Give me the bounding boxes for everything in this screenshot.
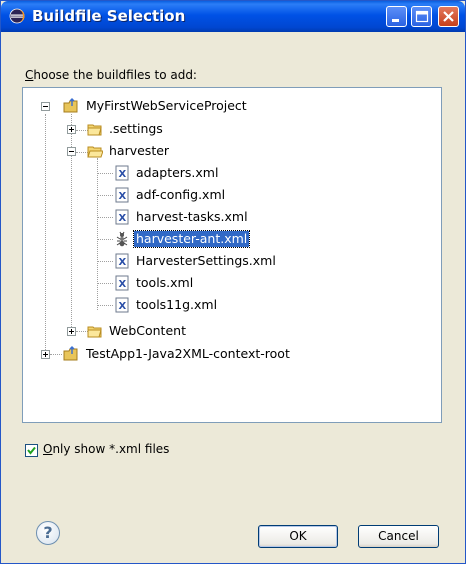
tree-connector (97, 195, 113, 196)
tree-connector (97, 305, 113, 306)
expand-toggle[interactable] (41, 350, 50, 359)
xml-file-icon: X (115, 275, 129, 291)
buildfile-tree[interactable]: MyFirstWebServiceProject .settings harve… (22, 87, 442, 423)
xml-file-icon: X (115, 165, 129, 181)
xml-file-icon: X (115, 297, 129, 313)
maximize-button[interactable] (411, 6, 432, 27)
folder-open-icon (87, 146, 103, 158)
tree-item-label[interactable]: TestApp1-Java2XML-context-root (84, 346, 292, 362)
tree-connector (97, 239, 113, 240)
title-bar[interactable]: Buildfile Selection (1, 1, 465, 32)
tree-connector (97, 173, 113, 174)
xml-filter-checkbox[interactable] (25, 444, 38, 457)
xml-file-icon: X (115, 187, 129, 203)
folder-icon (87, 326, 102, 338)
tree-item-label[interactable]: HarvesterSettings.xml (134, 253, 278, 269)
tree-connector (97, 283, 113, 284)
minimize-icon (392, 19, 399, 22)
expand-toggle[interactable] (67, 327, 76, 336)
tree-item-label[interactable]: tools11g.xml (134, 297, 219, 313)
prompt-label: Choose the buildfiles to add: (25, 68, 197, 82)
project-icon (63, 98, 78, 113)
collapse-toggle[interactable] (67, 147, 76, 156)
maximize-icon (415, 10, 429, 23)
tree-connector (97, 217, 113, 218)
minimize-button[interactable] (386, 6, 407, 27)
prompt-text: hoose the buildfiles to add: (33, 68, 197, 82)
tree-item-label[interactable]: adf-config.xml (134, 187, 227, 203)
svg-text:X: X (119, 279, 127, 290)
folder-icon (87, 124, 102, 136)
tree-item-label[interactable]: harvest-tasks.xml (134, 209, 250, 225)
xml-filter-label[interactable]: Only show *.xml files (43, 442, 169, 456)
checkmark-icon (27, 446, 36, 455)
svg-text:X: X (119, 213, 127, 224)
tree-connector (45, 114, 46, 350)
help-icon: ? (43, 523, 53, 542)
help-button[interactable]: ? (36, 521, 60, 545)
svg-text:X: X (119, 169, 127, 180)
tree-item-label[interactable]: WebContent (107, 323, 188, 339)
xml-file-icon: X (115, 253, 129, 269)
project-icon (63, 346, 78, 361)
ok-button[interactable]: OK (258, 525, 338, 548)
close-icon (443, 11, 454, 22)
ant-file-icon (116, 231, 128, 247)
eclipse-icon (9, 8, 25, 24)
svg-text:X: X (119, 191, 127, 202)
xml-file-icon: X (115, 209, 129, 225)
tree-item-label[interactable]: .settings (107, 121, 165, 137)
tree-connector (50, 354, 62, 355)
tree-connector (97, 158, 98, 310)
filter-text: nly show *.xml files (52, 442, 170, 456)
buildfile-selection-dialog: Buildfile Selection Choose the buildfile… (0, 0, 466, 564)
tree-item-label-selected[interactable]: harvester-ant.xml (132, 230, 251, 248)
tree-connector (97, 261, 113, 262)
svg-text:X: X (119, 257, 127, 268)
window-title: Buildfile Selection (32, 7, 186, 25)
collapse-toggle[interactable] (41, 102, 50, 111)
tree-item-label[interactable]: adapters.xml (134, 165, 220, 181)
svg-text:X: X (119, 301, 127, 312)
close-button[interactable] (438, 6, 459, 27)
cancel-button[interactable]: Cancel (358, 525, 439, 548)
tree-item-label[interactable]: harvester (107, 143, 171, 159)
expand-toggle[interactable] (67, 125, 76, 134)
tree-item-label[interactable]: MyFirstWebServiceProject (84, 98, 249, 114)
tree-item-label[interactable]: tools.xml (134, 275, 195, 291)
